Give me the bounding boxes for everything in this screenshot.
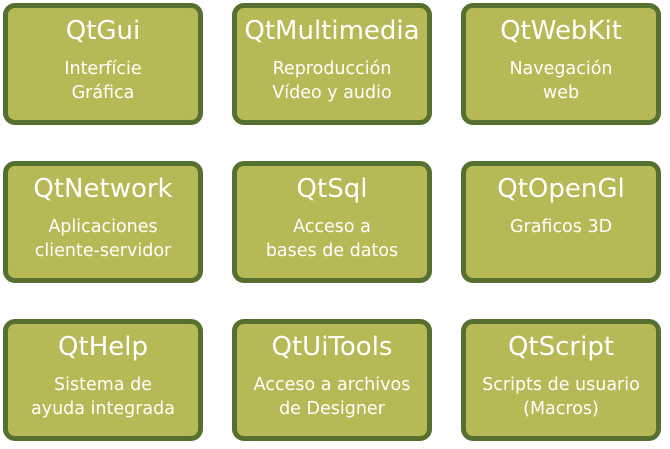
module-box-qtopengl: QtOpenGl Graficos 3D <box>461 161 661 283</box>
module-description: Navegación web <box>509 59 613 103</box>
module-description: Acceso a bases de datos <box>265 217 399 261</box>
module-description: Sistema de ayuda integrada <box>30 375 175 419</box>
module-box-qtwebkit: QtWebKit Navegación web <box>461 3 661 125</box>
module-description: Acceso a archivos de Designer <box>253 375 411 419</box>
module-title: QtHelp <box>58 332 148 362</box>
module-box-qtgui: QtGui Interfície Gráfica <box>3 3 203 125</box>
module-title: QtSql <box>296 174 368 204</box>
module-box-qtscript: QtScript Scripts de usuario (Macros) <box>461 319 661 441</box>
module-title: QtNetwork <box>33 174 173 204</box>
module-description: Reproducción Vídeo y audio <box>272 59 392 103</box>
module-description: Interfície Gráfica <box>64 59 142 103</box>
module-title: QtScript <box>507 332 615 362</box>
module-box-qtnetwork: QtNetwork Aplicaciones cliente-servidor <box>3 161 203 283</box>
module-title: QtUiTools <box>271 332 393 362</box>
module-description: Scripts de usuario (Macros) <box>482 375 640 419</box>
module-title: QtWebKit <box>500 16 622 46</box>
module-box-qtuitools: QtUiTools Acceso a archivos de Designer <box>232 319 432 441</box>
qt-modules-diagram: QtGui Interfície Gráfica QtMultimedia Re… <box>0 0 670 449</box>
module-title: QtOpenGl <box>497 174 625 204</box>
module-title: QtMultimedia <box>244 16 420 46</box>
module-box-qthelp: QtHelp Sistema de ayuda integrada <box>3 319 203 441</box>
module-box-qtmultimedia: QtMultimedia Reproducción Vídeo y audio <box>232 3 432 125</box>
module-description: Aplicaciones cliente-servidor <box>34 217 172 261</box>
module-box-qtsql: QtSql Acceso a bases de datos <box>232 161 432 283</box>
module-description: Graficos 3D <box>509 217 613 237</box>
module-title: QtGui <box>65 16 141 46</box>
